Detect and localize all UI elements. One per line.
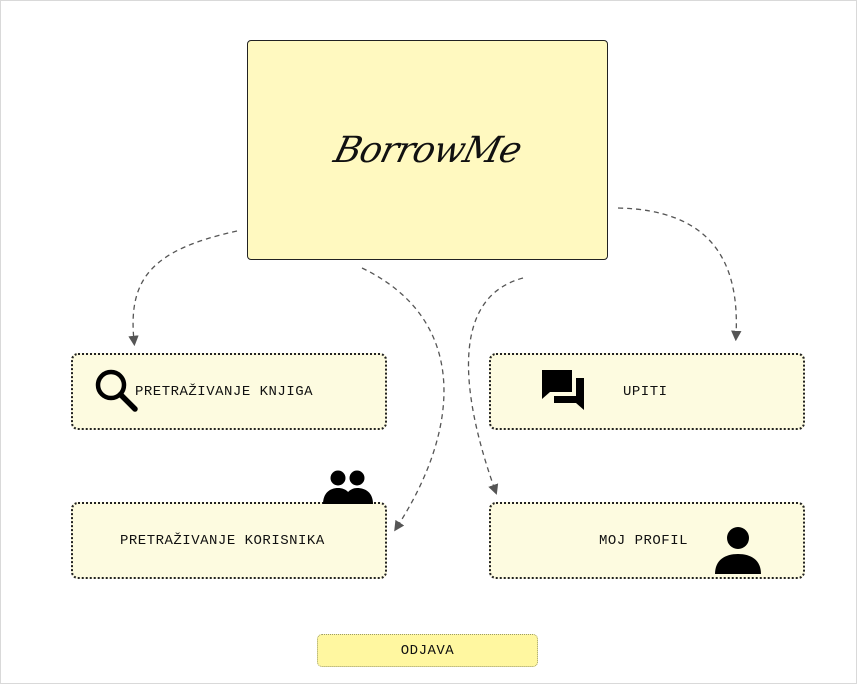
my-profile-card[interactable]: MOJ PROFIL [489,502,805,579]
logout-button[interactable]: ODJAVA [317,634,538,667]
my-profile-label: MOJ PROFIL [599,532,689,549]
chat-bubbles-icon [542,370,584,410]
search-users-card[interactable]: PRETRAŽIVANJE KORISNIKA [71,502,387,579]
search-icon [95,369,138,412]
inquiries-card[interactable]: UPITI [489,353,805,430]
app-logo: BorrowMe [329,129,526,171]
group-icon [323,470,373,504]
search-books-label: PRETRAŽIVANJE KNJIGA [135,383,314,400]
search-users-label: PRETRAŽIVANJE KORISNIKA [120,532,325,549]
person-icon [715,527,761,574]
inquiries-label: UPITI [623,383,668,400]
logo-card: BorrowMe [247,40,608,260]
search-books-card[interactable]: PRETRAŽIVANJE KNJIGA [71,353,387,430]
